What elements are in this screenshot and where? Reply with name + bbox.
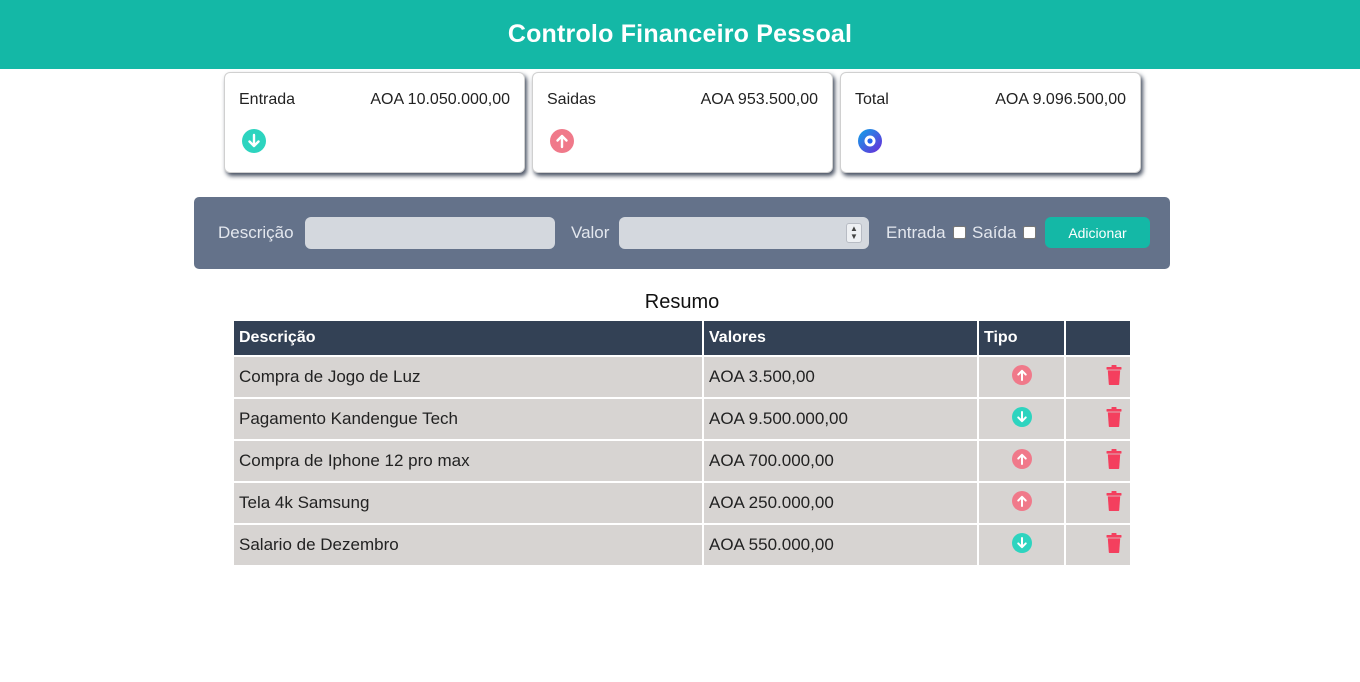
row-tipo xyxy=(979,399,1064,439)
row-descricao: Pagamento Kandengue Tech xyxy=(234,399,702,439)
row-tipo xyxy=(979,483,1064,523)
arrow-down-circle-icon xyxy=(1011,407,1032,427)
entrada-card-label: Entrada xyxy=(239,91,296,108)
table-row: Pagamento Kandengue Tech AOA 9.500.000,00 xyxy=(234,399,1130,439)
saidas-card-label: Saidas xyxy=(547,91,596,108)
row-valor: AOA 9.500.000,00 xyxy=(704,399,977,439)
row-descricao: Compra de Jogo de Luz xyxy=(234,357,702,397)
arrow-down-circle-icon xyxy=(1011,533,1032,553)
table-row: Compra de Jogo de Luz AOA 3.500,00 xyxy=(234,357,1130,397)
transactions-table: Descrição Valores Tipo Compra de Jogo de… xyxy=(232,319,1132,567)
saidas-card-value: AOA 953.500,00 xyxy=(700,91,818,108)
resumo-title: Resumo xyxy=(644,291,720,313)
descricao-label: Descrição xyxy=(218,223,294,242)
delete-button[interactable] xyxy=(1066,525,1130,565)
trash-icon[interactable] xyxy=(1106,449,1122,469)
arrow-up-circle-icon xyxy=(1011,449,1032,469)
column-header-valores: Valores xyxy=(704,321,977,355)
saidas-card: Saidas AOA 953.500,00 xyxy=(532,72,833,173)
delete-button[interactable] xyxy=(1066,357,1130,397)
circle-dot-icon xyxy=(858,129,882,153)
table-row: Tela 4k Samsung AOA 250.000,00 xyxy=(234,483,1130,523)
row-valor: AOA 3.500,00 xyxy=(704,357,977,397)
table-row: Salario de Dezembro AOA 550.000,00 xyxy=(234,525,1130,565)
arrow-up-circle-icon xyxy=(1011,365,1032,385)
delete-button[interactable] xyxy=(1066,483,1130,523)
total-card: Total AOA 9.096.500,00 xyxy=(840,72,1141,173)
valor-input[interactable] xyxy=(619,217,869,249)
app-header: Controlo Financeiro Pessoal xyxy=(0,0,1360,69)
entrada-checkbox-label: Entrada xyxy=(886,223,946,242)
total-card-value: AOA 9.096.500,00 xyxy=(995,91,1126,108)
entrada-card-value: AOA 10.050.000,00 xyxy=(370,91,510,108)
valor-label: Valor xyxy=(571,223,610,242)
column-header-tipo: Tipo xyxy=(979,321,1064,355)
delete-button[interactable] xyxy=(1066,399,1130,439)
row-valor: AOA 250.000,00 xyxy=(704,483,977,523)
transaction-form: Descrição Valor ▲ ▼ Entrada Saída Adicion… xyxy=(194,197,1170,269)
page-title: Controlo Financeiro Pessoal xyxy=(507,20,853,48)
trash-icon[interactable] xyxy=(1106,491,1122,511)
row-valor: AOA 550.000,00 xyxy=(704,525,977,565)
table-header-row: Descrição Valores Tipo xyxy=(234,321,1130,355)
valor-stepper[interactable]: ▲ ▼ xyxy=(846,223,862,243)
row-tipo xyxy=(979,357,1064,397)
arrow-down-circle-icon xyxy=(242,129,266,153)
row-descricao: Compra de Iphone 12 pro max xyxy=(234,441,702,481)
delete-button[interactable] xyxy=(1066,441,1130,481)
row-tipo xyxy=(979,525,1064,565)
trash-icon[interactable] xyxy=(1106,365,1122,385)
column-header-actions xyxy=(1066,321,1130,355)
arrow-up-circle-icon xyxy=(1011,491,1032,511)
row-descricao: Tela 4k Samsung xyxy=(234,483,702,523)
row-tipo xyxy=(979,441,1064,481)
total-card-label: Total xyxy=(855,91,889,108)
saida-checkbox[interactable] xyxy=(1023,226,1036,239)
arrow-up-circle-icon xyxy=(550,129,574,153)
table-row: Compra de Iphone 12 pro max AOA 700.000,0… xyxy=(234,441,1130,481)
trash-icon[interactable] xyxy=(1106,407,1122,427)
row-descricao: Salario de Dezembro xyxy=(234,525,702,565)
row-valor: AOA 700.000,00 xyxy=(704,441,977,481)
descricao-input[interactable] xyxy=(305,217,555,249)
saida-checkbox-label: Saída xyxy=(972,223,1017,242)
entrada-checkbox[interactable] xyxy=(953,226,966,239)
column-header-descricao: Descrição xyxy=(234,321,702,355)
trash-icon[interactable] xyxy=(1106,533,1122,553)
add-button[interactable]: Adicionar xyxy=(1045,217,1150,248)
entrada-card: Entrada AOA 10.050.000,00 xyxy=(224,72,525,173)
